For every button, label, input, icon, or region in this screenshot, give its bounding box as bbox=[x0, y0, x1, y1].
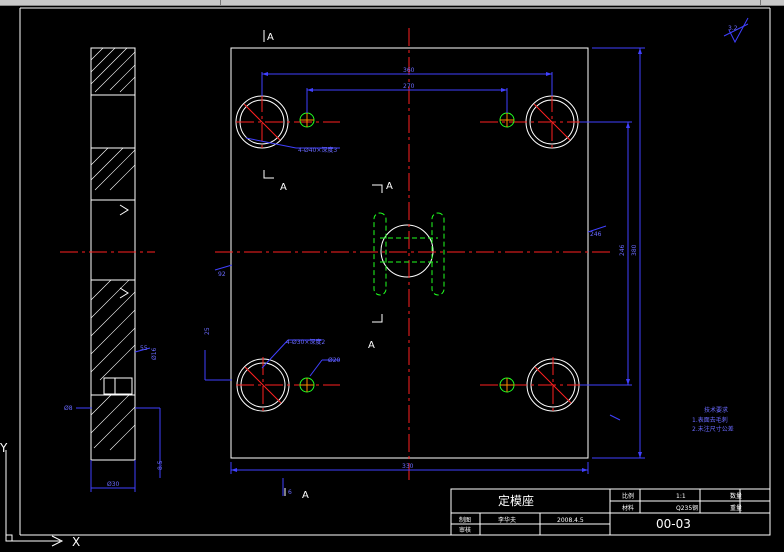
section-mark-lower-mid: A bbox=[368, 340, 375, 351]
side-view bbox=[90, 47, 136, 461]
drawn-by: 李华夫 bbox=[498, 516, 516, 524]
dim-top-outer: 360 bbox=[403, 67, 415, 74]
side-lower-vertical-dim: 8.5 bbox=[157, 460, 164, 470]
dimension-lines bbox=[76, 47, 645, 496]
weight-label: 重量 bbox=[730, 504, 742, 512]
centerlines bbox=[60, 28, 610, 480]
scale-label: 比例 bbox=[622, 492, 634, 500]
dim-top-inner: 270 bbox=[403, 83, 415, 90]
surface-finish-value: 3.2 bbox=[728, 25, 738, 32]
section-mark-upper-mid: A bbox=[386, 181, 393, 192]
dim-right-inner: 246 bbox=[619, 244, 626, 256]
leader-lower: 4-Ø30×深度2 bbox=[286, 338, 325, 346]
section-mark-top: A bbox=[267, 32, 274, 43]
drawn-label: 制图 bbox=[459, 516, 471, 524]
scale-value: 1:1 bbox=[676, 493, 686, 500]
bottom-mark-dim: 6 bbox=[288, 489, 292, 496]
side-bottom-dim: Ø30 bbox=[107, 481, 120, 488]
cad-drawing-viewport[interactable]: A A A A A 360 270 330 4-Ø40×深度3 4-Ø30×深度… bbox=[0, 0, 784, 552]
notes-line-2: 2.未注尺寸公差 bbox=[692, 425, 734, 433]
sprue-hole bbox=[380, 224, 434, 278]
section-mark-upper-left: A bbox=[280, 182, 287, 193]
checked-label: 审核 bbox=[459, 526, 471, 534]
count-label: 数量 bbox=[730, 492, 742, 500]
dim-right-outer: 380 bbox=[631, 244, 638, 256]
left-mid-dim: 92 bbox=[218, 271, 226, 278]
side-thickness-dim: 55 bbox=[140, 345, 148, 352]
drawing-number: 00-03 bbox=[656, 517, 691, 531]
drawing-canvas[interactable]: A A A A A 360 270 330 4-Ø40×深度3 4-Ø30×深度… bbox=[0, 0, 784, 552]
material-value: Q235钢 bbox=[676, 504, 698, 512]
ucs-x-label: X bbox=[72, 535, 80, 549]
notes-line-1: 1.表面去毛刺 bbox=[692, 416, 728, 424]
ucs-icon bbox=[5, 450, 64, 547]
leader-small: Ø20 bbox=[328, 357, 341, 364]
side-height-dim: 25 bbox=[204, 327, 211, 335]
dim-bottom: 330 bbox=[402, 463, 414, 470]
side-view-hatch bbox=[90, 47, 136, 451]
right-mid-dim: 246 bbox=[590, 231, 602, 238]
notes-title: 技术要求 bbox=[704, 406, 728, 414]
dimension-arrows bbox=[231, 48, 642, 472]
section-brackets bbox=[263, 30, 383, 496]
part-name: 定模座 bbox=[498, 493, 534, 508]
section-mark-bottom: A bbox=[302, 490, 309, 501]
drawing-date: 2008.4.5 bbox=[557, 517, 584, 524]
side-left-dim: Ø8 bbox=[64, 405, 73, 412]
ucs-y-label: Y bbox=[0, 441, 8, 455]
center-marks bbox=[243, 103, 572, 404]
side-small-dim: Ø16 bbox=[151, 347, 158, 360]
material-label: 材料 bbox=[622, 504, 634, 512]
leader-upper: 4-Ø40×深度3 bbox=[298, 146, 337, 154]
